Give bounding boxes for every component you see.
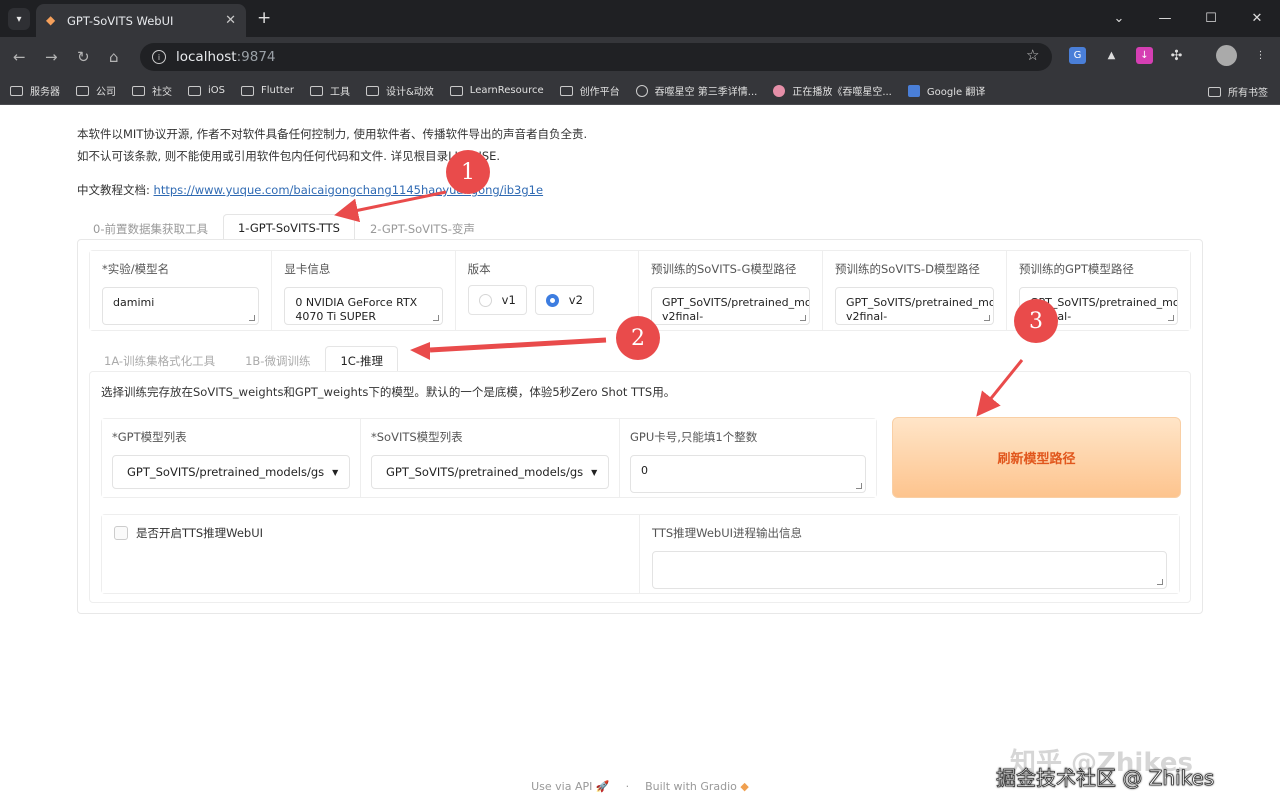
annotation-arrows: [334, 190, 1024, 417]
arrow-2: [429, 337, 607, 353]
arrow-2-head: [410, 342, 430, 360]
annotation-badge-3: 3: [1014, 299, 1058, 343]
annotation-badge-1: 1: [446, 150, 490, 194]
annotation-badge-2: 2: [616, 316, 660, 360]
arrow-1: [334, 190, 447, 223]
arrow-3: [976, 359, 1024, 417]
watermark-juejin: 掘金技术社区 @ Zhikes: [996, 766, 1215, 791]
